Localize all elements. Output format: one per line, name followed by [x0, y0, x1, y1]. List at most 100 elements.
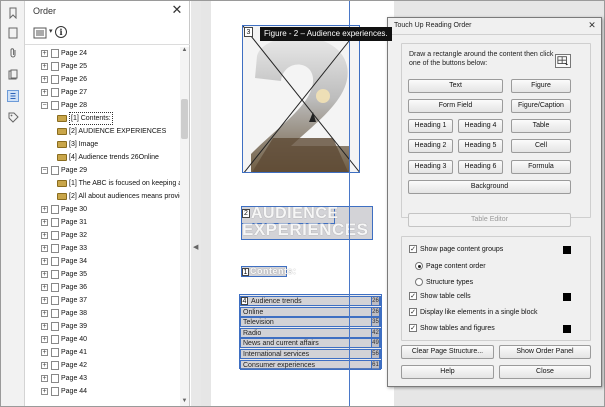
show-tables-and-figures-checkbox[interactable]: ✓ Show tables and figures — [409, 323, 495, 334]
scrollbar-thumb[interactable] — [181, 99, 188, 139]
toc-row[interactable]: International services — [240, 349, 381, 359]
table-cells-color-swatch[interactable] — [563, 293, 571, 301]
page-thumbnails-icon[interactable] — [7, 27, 19, 39]
tree-page-item[interactable]: + Page 36 — [25, 281, 180, 294]
tree-page-item[interactable]: + Page 39 — [25, 320, 180, 333]
table-grid-icon[interactable] — [555, 54, 571, 68]
expand-icon[interactable]: + — [41, 89, 48, 96]
tree-tag-item[interactable]: [4] Audience trends 26Online — [25, 151, 180, 164]
tree-page-item[interactable]: − Page 28 — [25, 99, 180, 112]
content-groups-color-swatch[interactable] — [563, 246, 571, 254]
tree-page-item[interactable]: + Page 42 — [25, 359, 180, 372]
show-page-content-groups-checkbox[interactable]: ✓ Show page content groups — [409, 244, 503, 255]
formula-button[interactable]: Formula — [511, 160, 571, 174]
cell-button[interactable]: Cell — [511, 139, 571, 153]
tree-page-item[interactable]: + Page 40 — [25, 333, 180, 346]
tree-page-item[interactable]: + Page 24 — [25, 47, 180, 60]
expand-icon[interactable]: + — [41, 349, 48, 356]
table-editor-button[interactable]: Table Editor — [408, 213, 571, 227]
tree-page-item[interactable]: + Page 33 — [25, 242, 180, 255]
page-content-order-radio[interactable]: Page content order — [415, 261, 486, 272]
toc-row[interactable]: News and current affairs — [240, 338, 381, 349]
expand-icon[interactable]: + — [41, 310, 48, 317]
attachment-icon[interactable] — [7, 47, 19, 59]
help-button[interactable]: Help — [401, 365, 494, 379]
table-button[interactable]: Table — [511, 119, 571, 133]
expand-icon[interactable]: + — [41, 76, 48, 83]
tree-page-item[interactable]: + Page 26 — [25, 73, 180, 86]
tree-page-item[interactable]: + Page 37 — [25, 294, 180, 307]
radio-unselected-icon[interactable] — [415, 278, 423, 287]
structure-types-radio[interactable]: Structure types — [415, 277, 473, 288]
text-button[interactable]: Text — [408, 79, 503, 93]
expand-icon[interactable]: + — [41, 375, 48, 382]
scroll-down-icon[interactable]: ▼ — [180, 398, 189, 406]
show-order-panel-button[interactable]: Show Order Panel — [499, 345, 591, 359]
tree-page-item[interactable]: + Page 35 — [25, 268, 180, 281]
clear-page-structure-button[interactable]: Clear Page Structure... — [401, 345, 494, 359]
heading2-button[interactable]: Heading 2 — [408, 139, 453, 153]
tree-page-item[interactable]: + Page 34 — [25, 255, 180, 268]
checkbox-checked-icon[interactable]: ✓ — [409, 308, 417, 317]
info-icon[interactable]: i — [55, 26, 67, 38]
bookmark-icon[interactable] — [7, 7, 19, 19]
scroll-up-icon[interactable]: ▲ — [180, 47, 189, 55]
tables-figures-color-swatch[interactable] — [563, 325, 571, 333]
tree-page-item[interactable]: + Page 32 — [25, 229, 180, 242]
figure-region[interactable] — [242, 25, 360, 173]
expand-icon[interactable]: + — [41, 336, 48, 343]
expand-icon[interactable]: + — [41, 271, 48, 278]
expand-icon[interactable]: + — [41, 297, 48, 304]
heading1-button[interactable]: Heading 1 — [408, 119, 453, 133]
heading3-button[interactable]: Heading 3 — [408, 160, 453, 174]
heading4-button[interactable]: Heading 4 — [458, 119, 503, 133]
tree-page-item[interactable]: + Page 44 — [25, 385, 180, 398]
expand-icon[interactable]: + — [41, 232, 48, 239]
figure-button[interactable]: Figure — [511, 79, 571, 93]
expand-icon[interactable]: + — [41, 219, 48, 226]
toc-row[interactable]: Online — [240, 306, 381, 317]
collapse-icon[interactable]: − — [41, 167, 48, 174]
tree-tag-item[interactable]: [2] AUDIENCE EXPERIENCES — [25, 125, 180, 138]
collapse-icon[interactable]: − — [41, 102, 48, 109]
tree-page-item[interactable]: + Page 43 — [25, 372, 180, 385]
expand-icon[interactable]: + — [41, 206, 48, 213]
options-icon[interactable] — [33, 27, 49, 39]
expand-icon[interactable]: + — [41, 284, 48, 291]
expand-icon[interactable]: + — [41, 323, 48, 330]
toc-row[interactable]: Radio — [240, 327, 381, 338]
chevron-down-icon[interactable]: ▾ — [49, 27, 53, 35]
collapse-panel-icon[interactable]: ◀ — [193, 243, 198, 251]
order-icon[interactable] — [7, 90, 19, 102]
tree-tag-item[interactable]: [1] Contents: — [25, 112, 180, 125]
background-button[interactable]: Background — [408, 180, 571, 194]
show-table-cells-checkbox[interactable]: ✓ Show table cells — [409, 291, 471, 302]
tags-icon[interactable] — [7, 111, 19, 123]
toc-row[interactable]: Audience trends — [240, 296, 381, 306]
form-field-button[interactable]: Form Field — [408, 99, 503, 113]
expand-icon[interactable]: + — [41, 245, 48, 252]
tree-page-item[interactable]: + Page 30 — [25, 203, 180, 216]
expand-icon[interactable]: + — [41, 50, 48, 57]
toc-row[interactable]: Television — [240, 317, 381, 328]
tree-page-item[interactable]: + Page 27 — [25, 86, 180, 99]
tree-tag-item[interactable]: [1] The ABC is focused on keeping au — [25, 177, 180, 190]
heading6-button[interactable]: Heading 6 — [458, 160, 503, 174]
panel-splitter[interactable]: ◀ — [191, 1, 201, 406]
tree-page-item[interactable]: + Page 25 — [25, 60, 180, 73]
checkbox-checked-icon[interactable]: ✓ — [409, 324, 417, 333]
close-button[interactable]: Close — [499, 365, 591, 379]
figure-caption-button[interactable]: Figure/Caption — [511, 99, 571, 113]
radio-selected-icon[interactable] — [415, 262, 423, 271]
layers-icon[interactable] — [7, 69, 19, 81]
tree-page-item[interactable]: + Page 41 — [25, 346, 180, 359]
tree-scrollbar[interactable]: ▲ ▼ — [180, 47, 189, 406]
expand-icon[interactable]: + — [41, 388, 48, 395]
checkbox-checked-icon[interactable]: ✓ — [409, 292, 417, 301]
display-like-elements-checkbox[interactable]: ✓ Display like elements in a single block — [409, 307, 538, 318]
toc-row[interactable]: Consumer experiences — [240, 359, 381, 370]
heading5-button[interactable]: Heading 5 — [458, 139, 503, 153]
tree-tag-item[interactable]: [3] Image — [25, 138, 180, 151]
close-icon[interactable]: ✕ — [170, 3, 184, 17]
expand-icon[interactable]: + — [41, 362, 48, 369]
